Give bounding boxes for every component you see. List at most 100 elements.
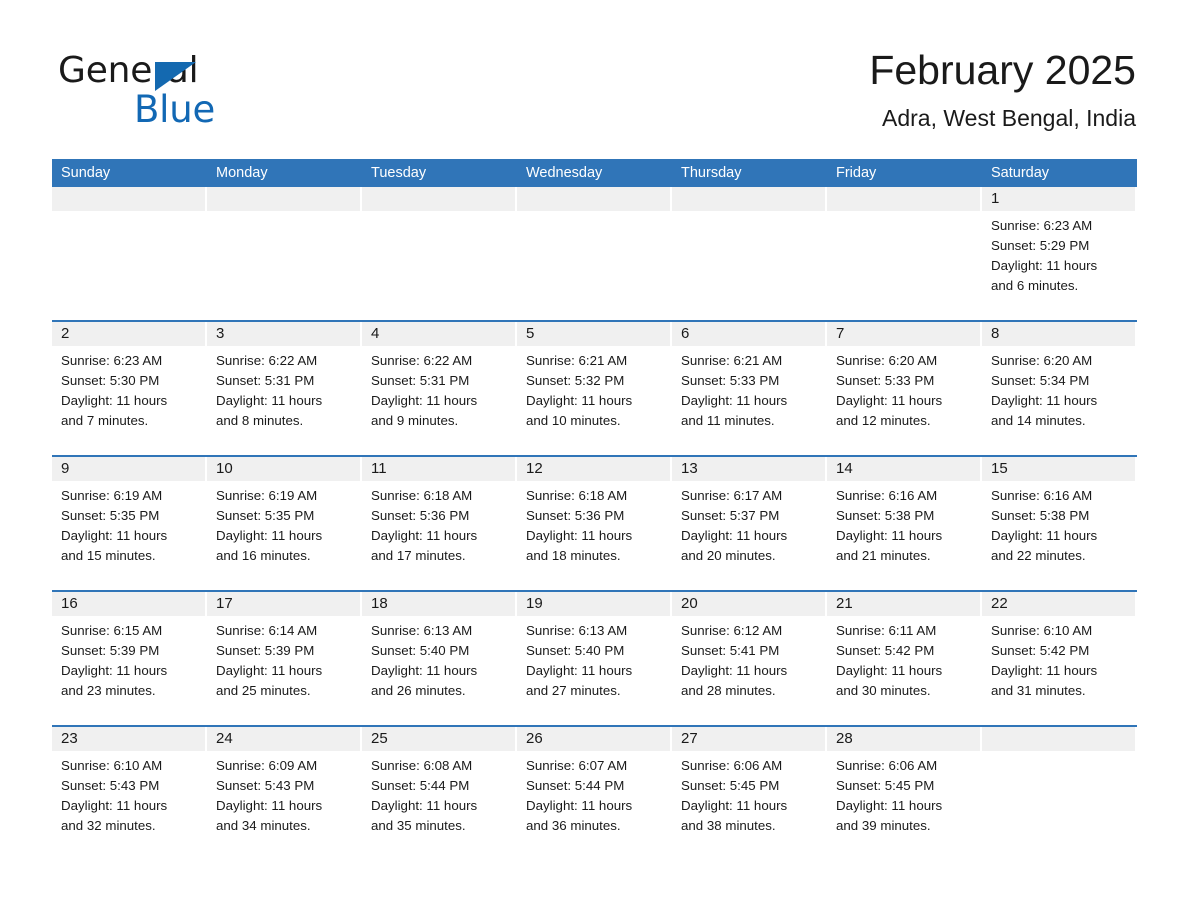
day-cell[interactable]: 19 Sunrise: 6:13 AM Sunset: 5:40 PM Dayl… <box>517 592 672 725</box>
daylight-text-line2: and 36 minutes. <box>526 818 621 833</box>
day-details: Sunrise: 6:06 AM Sunset: 5:45 PM Dayligh… <box>827 751 980 836</box>
weekday-header-saturday: Saturday <box>991 165 1050 181</box>
date-band: 22 <box>982 592 1135 616</box>
day-cell[interactable]: 23 Sunrise: 6:10 AM Sunset: 5:43 PM Dayl… <box>52 727 207 860</box>
day-cell[interactable]: 26 Sunrise: 6:07 AM Sunset: 5:44 PM Dayl… <box>517 727 672 860</box>
day-cell[interactable]: 4 Sunrise: 6:22 AM Sunset: 5:31 PM Dayli… <box>362 322 517 455</box>
sunrise-text: Sunrise: 6:18 AM <box>526 488 628 503</box>
day-cell[interactable]: 12 Sunrise: 6:18 AM Sunset: 5:36 PM Dayl… <box>517 457 672 590</box>
date-band <box>827 187 980 211</box>
daylight-text-line2: and 12 minutes. <box>836 413 931 428</box>
day-cell[interactable] <box>207 187 362 320</box>
day-cell[interactable]: 1 Sunrise: 6:23 AM Sunset: 5:29 PM Dayli… <box>982 187 1137 320</box>
day-details: Sunrise: 6:15 AM Sunset: 5:39 PM Dayligh… <box>52 616 205 701</box>
sunrise-text: Sunrise: 6:22 AM <box>216 353 318 368</box>
day-cell[interactable]: 15 Sunrise: 6:16 AM Sunset: 5:38 PM Dayl… <box>982 457 1137 590</box>
daylight-text-line1: Daylight: 11 hours <box>681 393 788 408</box>
date-number: 23 <box>61 730 78 747</box>
date-band: 18 <box>362 592 515 616</box>
day-cell[interactable] <box>52 187 207 320</box>
daylight-text-line2: and 34 minutes. <box>216 818 311 833</box>
day-cell[interactable]: 17 Sunrise: 6:14 AM Sunset: 5:39 PM Dayl… <box>207 592 362 725</box>
daylight-text-line2: and 16 minutes. <box>216 548 311 563</box>
sunrise-text: Sunrise: 6:19 AM <box>61 488 163 503</box>
day-cell[interactable] <box>827 187 982 320</box>
day-cell[interactable]: 27 Sunrise: 6:06 AM Sunset: 5:45 PM Dayl… <box>672 727 827 860</box>
daylight-text-line2: and 10 minutes. <box>526 413 621 428</box>
daylight-text-line2: and 21 minutes. <box>836 548 931 563</box>
week-row: 2 Sunrise: 6:23 AM Sunset: 5:30 PM Dayli… <box>52 320 1137 455</box>
day-cell[interactable]: 6 Sunrise: 6:21 AM Sunset: 5:33 PM Dayli… <box>672 322 827 455</box>
date-number: 4 <box>371 325 380 342</box>
day-cell[interactable] <box>672 187 827 320</box>
date-band: 8 <box>982 322 1135 346</box>
day-details: Sunrise: 6:21 AM Sunset: 5:32 PM Dayligh… <box>517 346 670 431</box>
day-cell[interactable]: 14 Sunrise: 6:16 AM Sunset: 5:38 PM Dayl… <box>827 457 982 590</box>
day-cell[interactable] <box>982 727 1137 860</box>
day-cell[interactable]: 2 Sunrise: 6:23 AM Sunset: 5:30 PM Dayli… <box>52 322 207 455</box>
week-row: 16 Sunrise: 6:15 AM Sunset: 5:39 PM Dayl… <box>52 590 1137 725</box>
day-cell[interactable]: 3 Sunrise: 6:22 AM Sunset: 5:31 PM Dayli… <box>207 322 362 455</box>
date-number: 2 <box>61 325 70 342</box>
day-details: Sunrise: 6:18 AM Sunset: 5:36 PM Dayligh… <box>362 481 515 566</box>
daylight-text-line2: and 20 minutes. <box>681 548 776 563</box>
sunset-text: Sunset: 5:41 PM <box>681 643 780 658</box>
daylight-text-line2: and 28 minutes. <box>681 683 776 698</box>
day-cell[interactable]: 18 Sunrise: 6:13 AM Sunset: 5:40 PM Dayl… <box>362 592 517 725</box>
day-cell[interactable]: 13 Sunrise: 6:17 AM Sunset: 5:37 PM Dayl… <box>672 457 827 590</box>
day-cell[interactable]: 10 Sunrise: 6:19 AM Sunset: 5:35 PM Dayl… <box>207 457 362 590</box>
day-details: Sunrise: 6:19 AM Sunset: 5:35 PM Dayligh… <box>207 481 360 566</box>
day-details: Sunrise: 6:17 AM Sunset: 5:37 PM Dayligh… <box>672 481 825 566</box>
sunrise-text: Sunrise: 6:16 AM <box>836 488 938 503</box>
sunset-text: Sunset: 5:35 PM <box>61 508 160 523</box>
location-subtitle: Adra, West Bengal, India <box>882 105 1136 131</box>
day-cell[interactable] <box>362 187 517 320</box>
date-number: 14 <box>836 460 853 477</box>
day-cell[interactable]: 16 Sunrise: 6:15 AM Sunset: 5:39 PM Dayl… <box>52 592 207 725</box>
daylight-text-line1: Daylight: 11 hours <box>371 663 478 678</box>
daylight-text-line2: and 32 minutes. <box>61 818 156 833</box>
week-row: 9 Sunrise: 6:19 AM Sunset: 5:35 PM Dayli… <box>52 455 1137 590</box>
daylight-text-line1: Daylight: 11 hours <box>61 528 168 543</box>
day-cell[interactable]: 11 Sunrise: 6:18 AM Sunset: 5:36 PM Dayl… <box>362 457 517 590</box>
sunset-text: Sunset: 5:39 PM <box>61 643 160 658</box>
date-band: 26 <box>517 727 670 751</box>
date-band: 10 <box>207 457 360 481</box>
day-cell[interactable] <box>517 187 672 320</box>
weekday-header-tuesday: Tuesday <box>371 165 427 181</box>
sunrise-text: Sunrise: 6:12 AM <box>681 623 783 638</box>
sunrise-text: Sunrise: 6:10 AM <box>991 623 1093 638</box>
day-cell[interactable]: 9 Sunrise: 6:19 AM Sunset: 5:35 PM Dayli… <box>52 457 207 590</box>
day-cell[interactable]: 5 Sunrise: 6:21 AM Sunset: 5:32 PM Dayli… <box>517 322 672 455</box>
day-cell[interactable]: 22 Sunrise: 6:10 AM Sunset: 5:42 PM Dayl… <box>982 592 1137 725</box>
date-number: 11 <box>371 460 387 477</box>
date-band: 13 <box>672 457 825 481</box>
date-band <box>672 187 825 211</box>
day-cell[interactable]: 21 Sunrise: 6:11 AM Sunset: 5:42 PM Dayl… <box>827 592 982 725</box>
date-number: 24 <box>216 730 233 747</box>
general-blue-logo[interactable]: General Blue <box>58 50 278 134</box>
calendar-grid: Sunday Monday Tuesday Wednesday Thursday… <box>52 159 1137 860</box>
title-block: February 2025 Adra, West Bengal, India <box>869 44 1136 132</box>
date-band: 4 <box>362 322 515 346</box>
daylight-text-line1: Daylight: 11 hours <box>681 663 788 678</box>
sunset-text: Sunset: 5:33 PM <box>836 373 935 388</box>
sunrise-text: Sunrise: 6:17 AM <box>681 488 783 503</box>
date-band: 17 <box>207 592 360 616</box>
sunset-text: Sunset: 5:42 PM <box>836 643 935 658</box>
day-cell[interactable]: 24 Sunrise: 6:09 AM Sunset: 5:43 PM Dayl… <box>207 727 362 860</box>
day-cell[interactable]: 28 Sunrise: 6:06 AM Sunset: 5:45 PM Dayl… <box>827 727 982 860</box>
sunset-text: Sunset: 5:30 PM <box>61 373 160 388</box>
sunset-text: Sunset: 5:40 PM <box>526 643 625 658</box>
week-row: 23 Sunrise: 6:10 AM Sunset: 5:43 PM Dayl… <box>52 725 1137 860</box>
day-cell[interactable]: 8 Sunrise: 6:20 AM Sunset: 5:34 PM Dayli… <box>982 322 1137 455</box>
day-details: Sunrise: 6:12 AM Sunset: 5:41 PM Dayligh… <box>672 616 825 701</box>
daylight-text-line1: Daylight: 11 hours <box>836 528 943 543</box>
day-cell[interactable]: 7 Sunrise: 6:20 AM Sunset: 5:33 PM Dayli… <box>827 322 982 455</box>
day-cell[interactable]: 25 Sunrise: 6:08 AM Sunset: 5:44 PM Dayl… <box>362 727 517 860</box>
day-details: Sunrise: 6:06 AM Sunset: 5:45 PM Dayligh… <box>672 751 825 836</box>
sunrise-text: Sunrise: 6:07 AM <box>526 758 628 773</box>
day-details: Sunrise: 6:07 AM Sunset: 5:44 PM Dayligh… <box>517 751 670 836</box>
day-cell[interactable]: 20 Sunrise: 6:12 AM Sunset: 5:41 PM Dayl… <box>672 592 827 725</box>
sunrise-text: Sunrise: 6:22 AM <box>371 353 473 368</box>
